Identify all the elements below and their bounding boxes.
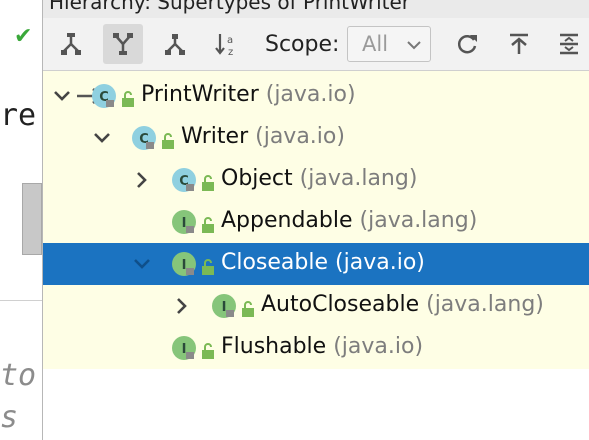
chevron-down-icon[interactable] xyxy=(91,127,113,149)
package-name: (java.io) xyxy=(255,124,345,149)
tree-node-autocloseable[interactable]: I AutoCloseable (java.lang) xyxy=(43,285,589,327)
package-name: (java.lang) xyxy=(299,166,418,191)
type-name: Writer xyxy=(181,124,256,149)
tree-node-closeable[interactable]: I Closeable (java.io) xyxy=(43,243,589,285)
type-name: PrintWriter xyxy=(141,82,266,107)
class-icon: C xyxy=(92,84,116,108)
tree-node-label: Flushable (java.io) xyxy=(221,334,423,359)
class-hierarchy-icon xyxy=(165,34,185,55)
package-name: (java.io) xyxy=(265,82,356,107)
tree-node-flushable[interactable]: I Flushable (java.io) xyxy=(43,327,589,369)
package-name: (java.io) xyxy=(333,334,424,359)
tree-node-object[interactable]: C Object (java.lang) xyxy=(43,159,589,201)
tree-node-label: AutoCloseable (java.lang) xyxy=(261,292,544,317)
tree-node-label: PrintWriter (java.io) xyxy=(141,82,356,107)
svg-text:I: I xyxy=(182,216,187,231)
type-name: AutoCloseable xyxy=(261,292,427,317)
hierarchy-tree: C PrintWriter (java.io) C Writer (java.io) C… xyxy=(43,71,589,369)
scope-value: All xyxy=(362,32,389,56)
package-name: (java.io) xyxy=(335,250,425,275)
refresh-button[interactable] xyxy=(447,24,487,64)
public-access-lock-icon xyxy=(202,217,214,233)
tree-node-appendable[interactable]: I Appendable (java.lang) xyxy=(43,201,589,243)
expand-all-icon xyxy=(560,33,578,55)
editor-code-line: s xyxy=(0,400,19,435)
public-access-lock-icon xyxy=(122,91,134,107)
hierarchy-toolbar: a z Scope: All xyxy=(43,18,589,71)
interface-icon: I xyxy=(212,294,236,318)
svg-text:z: z xyxy=(228,47,233,57)
chevron-right-icon[interactable] xyxy=(171,295,193,317)
popup-title-bar[interactable]: Hierarchy: Supertypes of PrintWriter xyxy=(43,0,589,18)
supertypes-hierarchy-button[interactable] xyxy=(103,24,143,64)
editor-divider xyxy=(0,300,44,301)
public-access-lock-icon xyxy=(202,343,214,359)
subtypes-hierarchy-button[interactable] xyxy=(51,24,91,64)
editor-code-line: re xyxy=(0,98,37,133)
supertypes-hierarchy-icon xyxy=(113,33,133,55)
svg-text:a: a xyxy=(227,35,233,46)
svg-text:I: I xyxy=(222,300,227,315)
checkmark-icon: ✔ xyxy=(14,24,33,49)
interface-icon: I xyxy=(172,210,196,234)
package-name: (java.lang) xyxy=(359,208,478,233)
public-access-lock-icon xyxy=(202,175,214,191)
svg-text:I: I xyxy=(182,258,187,273)
export-icon xyxy=(510,33,528,54)
type-name: Closeable xyxy=(221,250,336,275)
expand-all-button[interactable] xyxy=(549,24,589,64)
export-button[interactable] xyxy=(499,24,539,64)
tree-node-label: Appendable (java.lang) xyxy=(221,208,477,233)
public-access-lock-icon xyxy=(162,133,174,149)
public-access-lock-icon xyxy=(202,259,214,275)
class-hierarchy-button[interactable] xyxy=(155,24,195,64)
public-access-lock-icon xyxy=(242,301,254,317)
type-name: Object xyxy=(221,166,300,191)
interface-icon: I xyxy=(172,252,196,276)
scope-dropdown[interactable]: All xyxy=(347,26,431,62)
class-icon: C xyxy=(172,168,196,192)
package-name: (java.lang) xyxy=(426,292,544,317)
interface-icon: I xyxy=(172,336,196,360)
refresh-icon xyxy=(457,35,477,54)
tree-node-printwriter[interactable]: C PrintWriter (java.io) xyxy=(43,75,589,117)
chevron-down-icon xyxy=(407,41,421,50)
editor-scrollbar-thumb[interactable] xyxy=(22,183,42,255)
chevron-right-icon[interactable] xyxy=(131,169,153,191)
type-name: Flushable xyxy=(221,334,334,359)
sort-alphabetically-button[interactable]: a z xyxy=(207,24,247,64)
chevron-down-icon[interactable] xyxy=(131,253,153,275)
editor-code-line: to xyxy=(0,358,37,393)
subtypes-hierarchy-icon xyxy=(61,33,81,55)
type-hierarchy-popup: Hierarchy: Supertypes of PrintWriter a z… xyxy=(42,0,589,440)
sort-alphabetically-icon: a z xyxy=(215,34,233,57)
popup-title: Hierarchy: Supertypes of PrintWriter xyxy=(49,0,411,14)
type-name: Appendable xyxy=(221,208,360,233)
tree-node-label: Closeable (java.io) xyxy=(221,250,425,275)
editor-background: ✔ re to s xyxy=(0,0,44,440)
empty-area xyxy=(43,369,589,440)
tree-node-writer[interactable]: C Writer (java.io) xyxy=(43,117,589,159)
chevron-down-icon[interactable] xyxy=(51,85,73,107)
svg-text:I: I xyxy=(182,342,187,357)
tree-node-label: Object (java.lang) xyxy=(221,166,417,191)
scope-label: Scope: xyxy=(265,32,340,57)
tree-node-label: Writer (java.io) xyxy=(181,124,345,149)
class-icon: C xyxy=(132,126,156,150)
